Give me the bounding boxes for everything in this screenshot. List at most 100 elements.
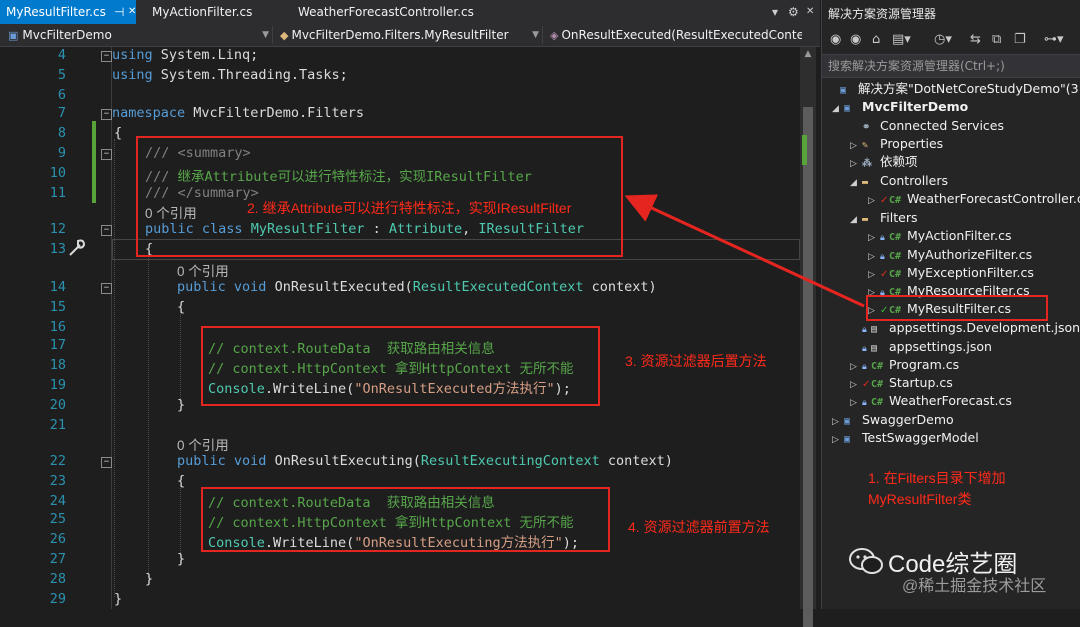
code-editor[interactable]: 4 5 6 7 8 9 10 11 12 13 14 15 16 17 18 1…	[0, 47, 800, 609]
close-icon[interactable]: ✕	[806, 0, 814, 24]
tree-item-program[interactable]: ▷ 🔒︎ C# Program.cs	[850, 356, 959, 374]
code-line: }	[177, 551, 186, 567]
chevron-down-icon: ▼	[532, 30, 539, 40]
chevron-down-icon: ▼	[262, 30, 269, 40]
annotation-box-class	[136, 136, 623, 257]
copy-icon[interactable]: ❐	[1014, 32, 1026, 47]
collapse-icon[interactable]: −	[101, 283, 112, 294]
editor-tab-bar: MyResultFilter.cs ⊣ ✕ MyActionFilter.cs …	[0, 0, 820, 24]
codelens-references[interactable]: 0 个引用	[177, 260, 229, 280]
line-number: 25	[49, 511, 66, 527]
csharp-file-icon: C#	[871, 397, 884, 408]
line-number: 27	[49, 551, 66, 567]
dependencies-icon: ⁂	[862, 158, 872, 169]
tree-item-testswaggermodel[interactable]: ▷ ▣ TestSwaggerModel	[832, 429, 979, 447]
properties-icon[interactable]: ⊶▾	[1044, 32, 1064, 47]
history-icon[interactable]: ◷▾	[934, 32, 952, 47]
member-dropdown[interactable]: ◈ OnResultExecuted(ResultExecutedContext	[544, 24, 802, 46]
back-icon[interactable]: ◉	[830, 32, 841, 47]
code-line: }	[114, 591, 123, 607]
tab-label: WeatherForecastController.cs	[298, 5, 474, 19]
tree-item-appsettings[interactable]: 🔒︎ ▤ appsettings.json	[862, 338, 992, 356]
watermark: Code综艺圈 @稀土掘金技术社区	[848, 546, 1078, 608]
project-icon: ▣	[844, 103, 851, 114]
change-indicator	[92, 121, 96, 203]
line-number: 23	[49, 473, 66, 489]
line-number: 10	[49, 165, 66, 181]
line-number: 20	[49, 397, 66, 413]
quick-action-icon[interactable]	[66, 237, 88, 259]
chevron-down-icon[interactable]: ▾	[772, 0, 778, 24]
scroll-up-icon[interactable]: ▲	[800, 49, 816, 59]
annotation-4: 4. 资源过滤器前置方法	[628, 519, 770, 535]
project-icon: ▣	[8, 29, 19, 42]
code-line: }	[177, 397, 186, 413]
tree-item-dependencies[interactable]: ▷ ⁂ 依赖项	[850, 153, 918, 171]
tree-item-properties[interactable]: ▷ ✎ Properties	[850, 135, 943, 153]
watermark-sub: @稀土掘金技术社区	[902, 578, 1047, 595]
collapse-all-icon[interactable]: ⧉	[992, 32, 1001, 47]
search-input[interactable]: 搜索解决方案资源管理器(Ctrl+;)	[822, 54, 1080, 78]
code-line: using System.Threading.Tasks;	[112, 67, 348, 83]
code-line: {	[177, 299, 186, 315]
tab-myactionfilter[interactable]: MyActionFilter.cs	[152, 0, 252, 24]
tree-item-connected-services[interactable]: ⚭ Connected Services	[862, 117, 1004, 135]
tree-item-myexceptionfilter[interactable]: ▷ ✓C# MyExceptionFilter.cs	[868, 264, 1034, 282]
sync-icon[interactable]: ⇆	[970, 32, 981, 47]
line-number: 18	[49, 357, 66, 373]
tree-item-myactionfilter[interactable]: ▷ 🔒︎ C# MyActionFilter.cs	[868, 227, 1012, 245]
annotation-1: 1. 在Filters目录下增加	[868, 470, 1006, 486]
tree-item-startup[interactable]: ▷ ✓C# Startup.cs	[850, 374, 953, 392]
line-number: 19	[49, 377, 66, 393]
collapse-icon[interactable]: −	[101, 51, 112, 62]
tree-item-appsettings-development[interactable]: 🔒︎ ▤ appsettings.Development.json	[862, 319, 1080, 337]
annotation-1-line2: MyResultFilter类	[868, 491, 972, 507]
close-icon[interactable]: ✕	[128, 0, 136, 24]
tree-item-controllers[interactable]: ◢ ▬ Controllers	[850, 172, 948, 190]
tab-weatherforecastcontroller[interactable]: WeatherForecastController.cs	[298, 0, 474, 24]
tree-item-swaggerdemo[interactable]: ▷ ▣ SwaggerDemo	[832, 411, 954, 429]
tree-item-solution[interactable]: ▣解决方案"DotNetCoreStudyDemo"(3 个项	[828, 80, 1080, 98]
editor-scrollbar[interactable]: ▲	[800, 47, 816, 627]
tree-item-weatherforecast[interactable]: ▷ 🔒︎ C# WeatherForecast.cs	[850, 392, 1012, 410]
annotation-2: 2. 继承Attribute可以进行特性标注，实现IResultFilter	[247, 200, 572, 216]
type-dropdown[interactable]: ◆ MvcFilterDemo.Filters.MyResultFilter ▼	[274, 24, 542, 46]
panel-title: 解决方案资源管理器	[828, 7, 937, 21]
line-number: 6	[57, 87, 66, 103]
line-number: 7	[57, 105, 66, 121]
tree-item-myauthorizefilter[interactable]: ▷ 🔒︎ C# MyAuthorizeFilter.cs	[868, 246, 1032, 264]
forward-icon[interactable]: ◉	[850, 32, 861, 47]
scroll-thumb[interactable]	[803, 107, 813, 627]
line-number: 14	[49, 279, 66, 295]
csharp-file-icon: C#	[889, 232, 902, 243]
tree-item-project[interactable]: ◢ ▣ MvcFilterDemo	[832, 98, 968, 116]
collapse-icon[interactable]: −	[101, 225, 112, 236]
line-number: 4	[57, 47, 66, 63]
solution-explorer: 解决方案资源管理器 ◉ ◉ ⌂ ▤▾ ◷▾ ⇆ ⧉ ❐ ⊶▾ 搜索解决方案资源管…	[821, 0, 1080, 609]
tree-item-weatherforecastcontroller[interactable]: ▷ ✓C# WeatherForecastController.cs	[868, 190, 1080, 208]
tree-item-filters[interactable]: ◢ ▬ Filters	[850, 209, 917, 227]
pin-icon[interactable]: ⊣	[114, 0, 124, 24]
code-line: public void OnResultExecuted(ResultExecu…	[177, 279, 657, 295]
line-number: 5	[57, 67, 66, 83]
tab-myresultfilter[interactable]: MyResultFilter.cs ⊣ ✕	[0, 0, 136, 24]
project-icon: ▣	[844, 434, 851, 445]
line-number: 13	[49, 241, 66, 257]
csharp-file-icon: C#	[889, 195, 902, 206]
tab-label: MyActionFilter.cs	[152, 5, 253, 19]
line-number: 22	[49, 453, 66, 469]
gear-icon[interactable]: ⚙	[788, 0, 799, 24]
codelens-references[interactable]: 0 个引用	[177, 434, 229, 454]
collapse-icon[interactable]: −	[101, 457, 112, 468]
line-number: 9	[57, 145, 66, 161]
switch-views-icon[interactable]: ▤▾	[892, 32, 911, 47]
collapse-icon[interactable]: −	[101, 109, 112, 120]
code-line: {	[114, 125, 123, 141]
code-line: using System.Linq;	[112, 47, 259, 63]
line-number: 26	[49, 531, 66, 547]
collapse-icon[interactable]: −	[101, 149, 112, 160]
line-number: 16	[49, 319, 66, 335]
annotation-box-executed	[201, 326, 600, 406]
home-icon[interactable]: ⌂	[872, 32, 880, 47]
project-dropdown[interactable]: ▣ MvcFilterDemo ▼	[0, 24, 272, 46]
